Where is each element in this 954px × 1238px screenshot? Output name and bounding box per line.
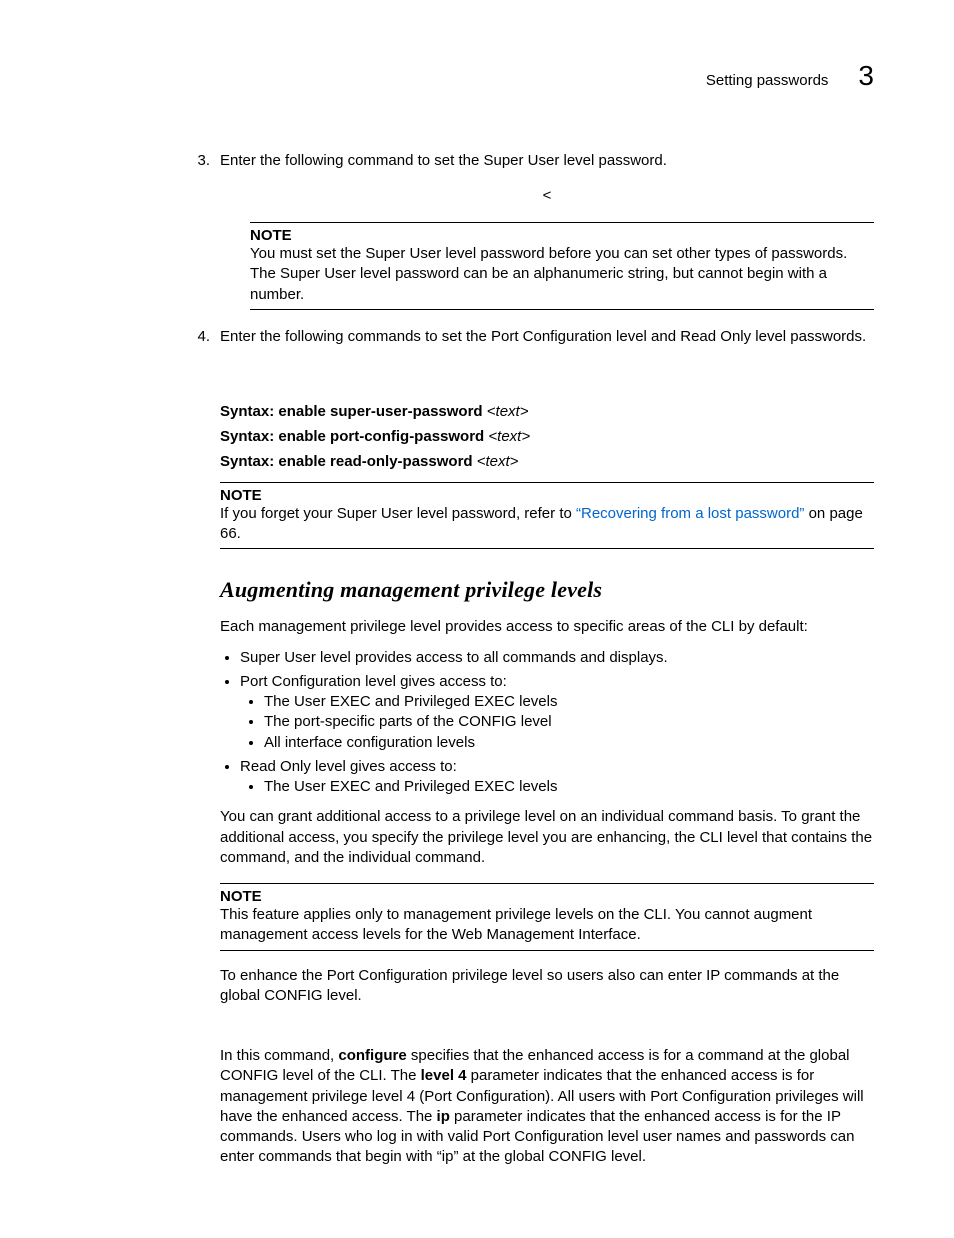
- syntax-line-2: Syntax: enable port-config-password <tex…: [220, 428, 874, 445]
- note-prefix: If you forget your Super User level pass…: [220, 505, 576, 522]
- syntax-cmd: enable read-only-password: [278, 453, 472, 470]
- privilege-bullets: Super User level provides access to all …: [240, 648, 874, 798]
- list-item: Read Only level gives access to: The Use…: [240, 757, 874, 798]
- syntax-line-1: Syntax: enable super-user-password <text…: [220, 403, 874, 420]
- bold-ip: ip: [437, 1108, 450, 1125]
- step-3: 3. Enter the following command to set th…: [192, 152, 874, 169]
- list-item: Port Configuration level gives access to…: [240, 672, 874, 753]
- syntax-label: Syntax:: [220, 453, 274, 470]
- syntax-arg: <text>: [487, 403, 529, 420]
- list-item: Super User level provides access to all …: [240, 648, 874, 668]
- note-rule-bottom: [220, 548, 874, 549]
- syntax-line-3: Syntax: enable read-only-password <text>: [220, 453, 874, 470]
- running-header: Setting passwords 3: [80, 60, 874, 92]
- note-body: You must set the Super User level passwo…: [250, 244, 874, 305]
- step-text: Enter the following command to set the S…: [220, 152, 874, 169]
- step-4: 4. Enter the following commands to set t…: [192, 328, 874, 345]
- syntax-cmd: enable port-config-password: [278, 428, 484, 445]
- list-item: All interface configuration levels: [264, 733, 874, 753]
- syntax-label: Syntax:: [220, 403, 274, 420]
- note-rule-top: [250, 222, 874, 223]
- note-1: NOTE You must set the Super User level p…: [250, 222, 874, 310]
- chapter-number: 3: [858, 60, 874, 92]
- enhance-paragraph: To enhance the Port Configuration privil…: [220, 966, 874, 1007]
- note-2: NOTE If you forget your Super User level…: [220, 482, 874, 550]
- header-title: Setting passwords: [706, 72, 829, 89]
- lost-password-link[interactable]: “Recovering from a lost password”: [576, 505, 804, 522]
- content: 3. Enter the following command to set th…: [220, 152, 874, 1168]
- note-rule-top: [220, 883, 874, 884]
- step-number: 4.: [192, 328, 210, 345]
- configure-paragraph: In this command, configure specifies tha…: [220, 1046, 874, 1168]
- list-item-text: Port Configuration level gives access to…: [240, 673, 507, 690]
- bold-level4: level 4: [421, 1067, 467, 1084]
- subsection-heading: Augmenting management privilege levels: [220, 577, 874, 603]
- syntax-arg: <text>: [488, 428, 530, 445]
- note-body: This feature applies only to management …: [220, 905, 874, 946]
- syntax-cmd: enable super-user-password: [278, 403, 482, 420]
- syntax-arg: <text>: [477, 453, 519, 470]
- note-rule-bottom: [250, 309, 874, 310]
- spacer: [220, 1016, 874, 1036]
- note-rule-bottom: [220, 950, 874, 951]
- note-3: NOTE This feature applies only to manage…: [220, 883, 874, 951]
- note-rule-top: [220, 482, 874, 483]
- note-label: NOTE: [250, 227, 292, 244]
- step-number: 3.: [192, 152, 210, 169]
- page: Setting passwords 3 3. Enter the followi…: [0, 0, 954, 1238]
- note-label: NOTE: [220, 888, 262, 905]
- list-item: The User EXEC and Privileged EXEC levels: [264, 777, 874, 797]
- note-body: If you forget your Super User level pass…: [220, 504, 874, 545]
- list-item: The User EXEC and Privileged EXEC levels: [264, 692, 874, 712]
- list-item: The port-specific parts of the CONFIG le…: [264, 712, 874, 732]
- step-text: Enter the following commands to set the …: [220, 328, 874, 345]
- intro-paragraph: Each management privilege level provides…: [220, 617, 874, 637]
- less-than-symbol: <: [220, 187, 874, 204]
- grant-access-paragraph: You can grant additional access to a pri…: [220, 807, 874, 868]
- text-run: In this command,: [220, 1047, 338, 1064]
- spacer: [220, 355, 874, 395]
- syntax-label: Syntax:: [220, 428, 274, 445]
- bold-configure: configure: [338, 1047, 406, 1064]
- note-label: NOTE: [220, 487, 262, 504]
- list-item-text: Read Only level gives access to:: [240, 758, 457, 775]
